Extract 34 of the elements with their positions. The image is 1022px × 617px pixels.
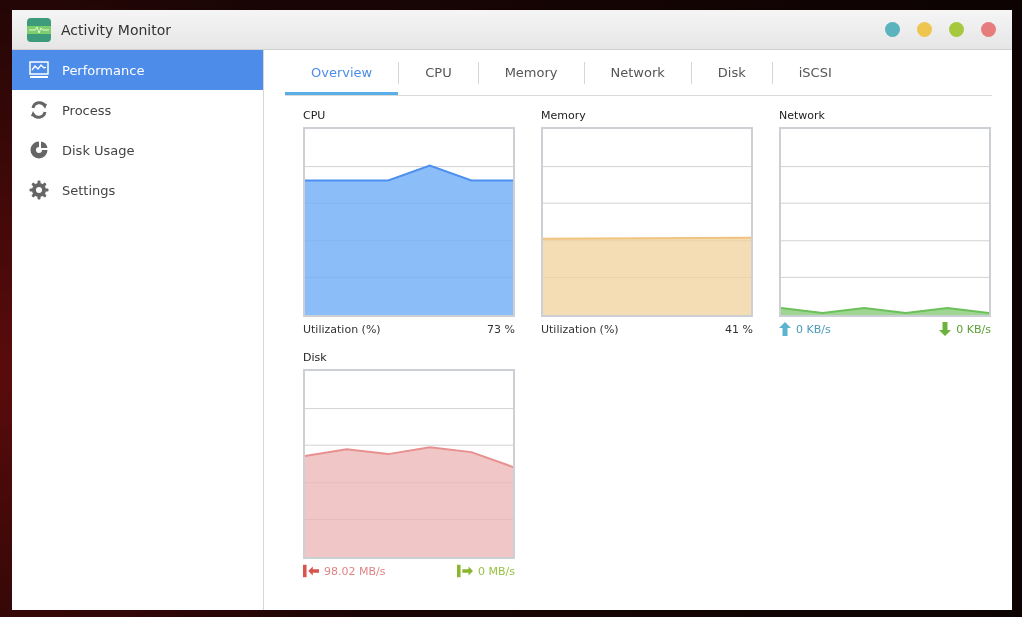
read-rate: 98.02 MB/s [324,564,386,578]
chart-label: Utilization (%) [303,322,381,336]
chart-title: Memory [541,109,587,124]
sidebar-item[interactable]: Process [12,90,263,130]
chart-label: Utilization (%) [541,322,619,336]
window-control-button[interactable] [917,22,932,37]
window-control-button[interactable] [949,22,964,37]
download-rate: 0 KB/s [956,322,991,336]
settings-icon [29,180,49,200]
write-arrow-icon [457,564,473,578]
upload-arrow-icon [779,322,791,336]
chart-title: CPU [303,109,327,124]
sidebar-item[interactable]: Disk Usage [12,130,263,170]
chart-value: 41 % [725,322,753,336]
write-rate: 0 MB/s [478,564,515,578]
chart-icon [29,60,49,80]
tab[interactable]: CPU [399,50,478,95]
tab[interactable]: Network [584,50,691,95]
window-control-button[interactable] [885,22,900,37]
window-title: Activity Monitor [61,21,172,38]
tab[interactable]: Disk [691,50,772,95]
pie-chart-icon [29,140,49,160]
upload-rate: 0 KB/s [796,322,831,336]
tab[interactable]: Memory [478,50,584,95]
app-icon [27,17,51,42]
refresh-icon [29,100,49,120]
chart-title: Network [779,109,826,124]
window-control-button[interactable] [981,22,996,37]
chart-title: Disk [303,351,328,366]
download-arrow-icon [939,322,952,336]
read-arrow-icon [303,564,319,578]
tab[interactable]: iSCSI [772,50,858,95]
chart-value: 73 % [487,322,515,336]
sidebar-item[interactable]: Settings [12,170,263,210]
